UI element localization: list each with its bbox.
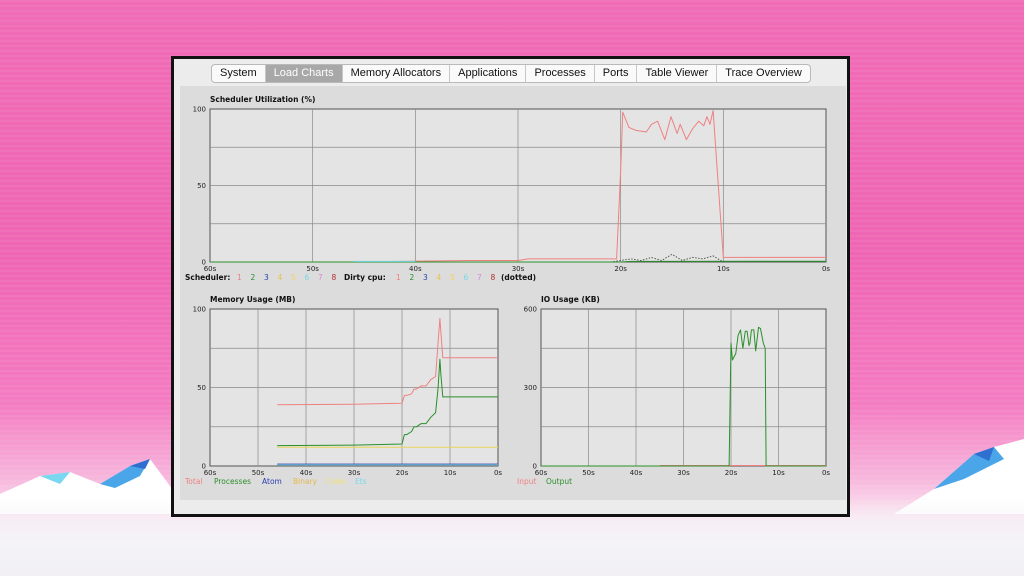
scheduler-utilization-chart-title: Scheduler Utilization (%) bbox=[210, 95, 315, 104]
dirty-cpu-legend-item: 7 bbox=[477, 273, 482, 282]
scheduler-utilization-chart-x-tick: 0s bbox=[822, 265, 830, 273]
tab-table-viewer[interactable]: Table Viewer bbox=[637, 65, 718, 82]
scheduler-legend-item: 3 bbox=[264, 273, 269, 282]
scheduler-utilization-chart-x-tick: 30s bbox=[512, 265, 525, 273]
scheduler-utilization-chart-y-tick: 50 bbox=[197, 182, 206, 190]
scheduler-legend-item: 2 bbox=[251, 273, 256, 282]
scheduler-legend-item: 5 bbox=[291, 273, 296, 282]
memory-legend-item: Total bbox=[184, 477, 203, 486]
dirty-cpu-legend-item: 3 bbox=[423, 273, 428, 282]
memory-usage-chart-x-tick: 50s bbox=[252, 469, 265, 477]
memory-legend-item: Binary bbox=[293, 477, 318, 486]
io-usage-chart-x-tick: 60s bbox=[535, 469, 548, 477]
memory-legend-item: Processes bbox=[214, 477, 251, 486]
dirty-cpu-legend-item: 6 bbox=[464, 273, 469, 282]
scheduler-legend-item: 8 bbox=[332, 273, 337, 282]
load-charts-svg: Scheduler Utilization (%)10050060s 50s 40s… bbox=[184, 95, 830, 486]
observer-window: System Load Charts Memory Allocators App… bbox=[171, 56, 850, 517]
memory-usage-chart-y-tick: 50 bbox=[197, 384, 206, 392]
memory-usage-chart-x-tick: 20s bbox=[396, 469, 409, 477]
io-usage-chart-x-tick: 50s bbox=[582, 469, 595, 477]
dirty-cpu-legend-note: (dotted) bbox=[501, 273, 536, 282]
io-usage-chart-x-tick: 10s bbox=[772, 469, 785, 477]
scheduler-utilization-chart-y-tick: 100 bbox=[193, 106, 206, 114]
io-legend-item: Output bbox=[546, 477, 572, 486]
io-usage-chart-x-tick: 40s bbox=[630, 469, 643, 477]
scheduler-utilization-chart-x-tick: 40s bbox=[409, 265, 422, 273]
memory-usage-chart-x-tick: 40s bbox=[300, 469, 313, 477]
tab-ports[interactable]: Ports bbox=[595, 65, 638, 82]
tab-processes[interactable]: Processes bbox=[526, 65, 595, 82]
dirty-cpu-legend-item: 5 bbox=[450, 273, 455, 282]
memory-usage-chart-x-tick: 30s bbox=[348, 469, 361, 477]
dirty-cpu-legend-item: 2 bbox=[410, 273, 415, 282]
tab-memory-allocators[interactable]: Memory Allocators bbox=[343, 65, 451, 82]
scheduler-utilization-chart-x-tick: 20s bbox=[614, 265, 627, 273]
tab-load-charts[interactable]: Load Charts bbox=[265, 65, 343, 82]
memory-legend-item: Atom bbox=[262, 477, 282, 486]
dirty-cpu-legend-item: 4 bbox=[437, 273, 442, 282]
tab-trace-overview[interactable]: Trace Overview bbox=[717, 65, 810, 82]
memory-usage-chart-y-tick: 100 bbox=[193, 306, 206, 314]
scheduler-utilization-chart-x-tick: 10s bbox=[717, 265, 730, 273]
dirty-cpu-legend-item: 8 bbox=[491, 273, 496, 282]
tab-bar: System Load Charts Memory Allocators App… bbox=[211, 64, 811, 83]
io-usage-chart-x-tick: 0s bbox=[822, 469, 830, 477]
scheduler-legend-item: 7 bbox=[318, 273, 323, 282]
dirty-cpu-legend-item: 1 bbox=[396, 273, 401, 282]
tab-system[interactable]: System bbox=[212, 65, 266, 82]
tab-applications[interactable]: Applications bbox=[450, 65, 527, 82]
scheduler-legend-item: 4 bbox=[278, 273, 283, 282]
memory-usage-chart-x-tick: 0s bbox=[494, 469, 502, 477]
memory-usage-chart-x-tick: 10s bbox=[444, 469, 457, 477]
memory-usage-chart-x-tick: 60s bbox=[204, 469, 217, 477]
io-usage-chart-x-tick: 30s bbox=[677, 469, 690, 477]
memory-legend-item: Code bbox=[326, 477, 346, 486]
scheduler-legend-item: 1 bbox=[237, 273, 242, 282]
scheduler-legend-label: Scheduler: bbox=[185, 273, 230, 282]
io-legend-item: Input bbox=[517, 477, 536, 486]
io-usage-chart-x-tick: 20s bbox=[725, 469, 738, 477]
load-charts-panel: Scheduler Utilization (%) 100 50 0 60s 50s 40s… bbox=[180, 86, 846, 500]
memory-usage-chart-title: Memory Usage (MB) bbox=[210, 295, 295, 304]
io-usage-chart-y-tick: 300 bbox=[524, 384, 537, 392]
scheduler-utilization-chart-x-tick: 60s bbox=[204, 265, 217, 273]
io-usage-chart-title: IO Usage (KB) bbox=[541, 295, 600, 304]
dirty-cpu-legend-label: Dirty cpu: bbox=[344, 273, 386, 282]
memory-legend-item: Ets bbox=[355, 477, 367, 486]
scheduler-legend-item: 6 bbox=[305, 273, 310, 282]
io-usage-chart-y-tick: 600 bbox=[524, 306, 537, 314]
scheduler-utilization-chart-x-tick: 50s bbox=[306, 265, 319, 273]
